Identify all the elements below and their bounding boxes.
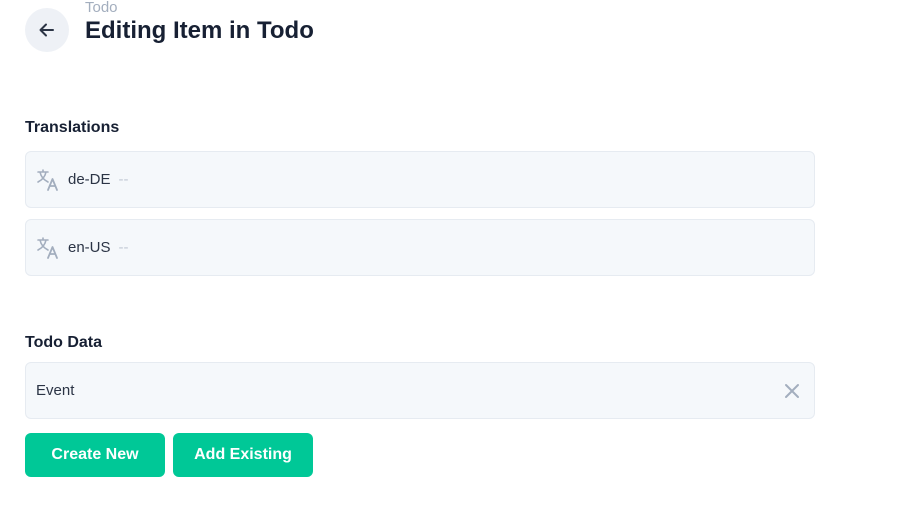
translation-value: -- — [118, 239, 129, 256]
translation-row-de-de[interactable]: de-DE -- — [25, 151, 815, 208]
related-item-row[interactable]: Event — [25, 362, 815, 419]
translate-icon — [36, 236, 60, 260]
related-item-label: Event — [36, 382, 75, 399]
todo-data-label: Todo Data — [25, 334, 103, 351]
create-new-button[interactable]: Create New — [25, 433, 165, 477]
breadcrumb[interactable]: Todo — [85, 0, 118, 16]
translations-label: Translations — [25, 119, 120, 136]
close-icon[interactable] — [780, 379, 804, 403]
page: Todo Editing Item in Todo Translations d… — [0, 0, 905, 511]
add-existing-button[interactable]: Add Existing — [173, 433, 313, 477]
arrow-left-icon — [39, 23, 54, 37]
translate-icon — [36, 168, 60, 192]
translation-value: -- — [118, 171, 129, 188]
back-button[interactable] — [25, 8, 69, 52]
page-title: Editing Item in Todo — [85, 17, 314, 44]
translation-row-en-us[interactable]: en-US -- — [25, 219, 815, 276]
language-code: de-DE — [68, 171, 111, 188]
language-code: en-US — [68, 239, 111, 256]
